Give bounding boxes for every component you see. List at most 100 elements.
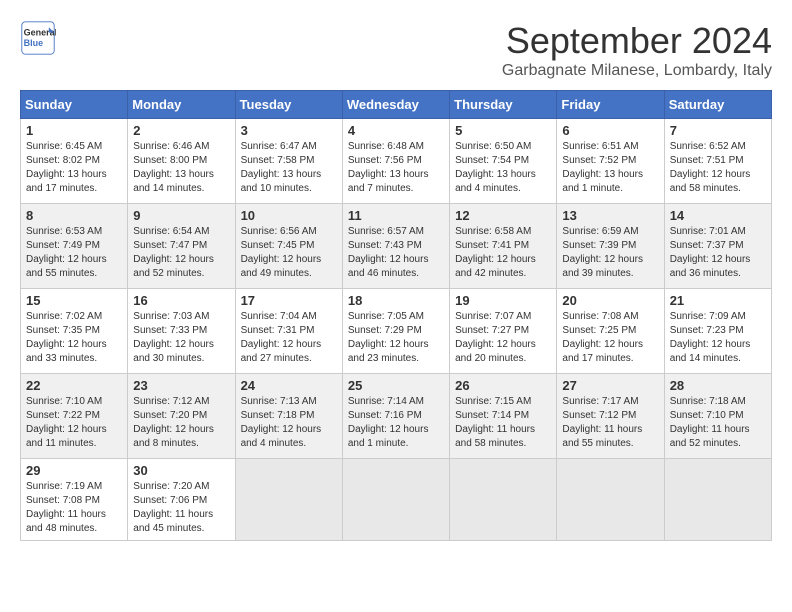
day-info: Sunrise: 6:47 AMSunset: 7:58 PMDaylight:… [241,140,337,196]
calendar-week-4: 22Sunrise: 7:10 AMSunset: 7:22 PMDayligh… [21,374,772,459]
day-info: Sunrise: 6:45 AMSunset: 8:02 PMDaylight:… [26,140,122,196]
day-number: 28 [670,378,766,393]
day-info: Sunrise: 7:09 AMSunset: 7:23 PMDaylight:… [670,310,766,366]
day-info: Sunrise: 6:54 AMSunset: 7:47 PMDaylight:… [133,225,229,281]
day-number: 1 [26,123,122,138]
day-number: 12 [455,208,551,223]
page-header: General Blue September 2024 Garbagnate M… [20,20,772,80]
day-info: Sunrise: 6:59 AMSunset: 7:39 PMDaylight:… [562,225,658,281]
table-row: 15Sunrise: 7:02 AMSunset: 7:35 PMDayligh… [21,289,128,374]
calendar-week-3: 15Sunrise: 7:02 AMSunset: 7:35 PMDayligh… [21,289,772,374]
location-subtitle: Garbagnate Milanese, Lombardy, Italy [502,62,772,80]
day-info: Sunrise: 7:17 AMSunset: 7:12 PMDaylight:… [562,395,658,451]
table-row: 27 Sunrise: 7:17 AMSunset: 7:12 PMDayligh… [557,374,664,459]
day-info: Sunrise: 6:46 AMSunset: 8:00 PMDaylight:… [133,140,229,196]
calendar-week-1: 1 Sunrise: 6:45 AMSunset: 8:02 PMDaylight… [21,119,772,204]
day-number: 26 [455,378,551,393]
day-number: 16 [133,293,229,308]
table-row: 7 Sunrise: 6:52 AMSunset: 7:51 PMDaylight… [664,119,771,204]
table-row: 5 Sunrise: 6:50 AMSunset: 7:54 PMDaylight… [450,119,557,204]
table-row: 12 Sunrise: 6:58 AMSunset: 7:41 PMDayligh… [450,204,557,289]
col-monday: Monday [128,91,235,119]
day-number: 24 [241,378,337,393]
table-row [664,459,771,541]
calendar-week-5: 29 Sunrise: 7:19 AMSunset: 7:08 PMDayligh… [21,459,772,541]
table-row: 28 Sunrise: 7:18 AMSunset: 7:10 PMDayligh… [664,374,771,459]
day-info: Sunrise: 7:13 AMSunset: 7:18 PMDaylight:… [241,395,337,451]
day-info: Sunrise: 7:01 AMSunset: 7:37 PMDaylight:… [670,225,766,281]
header-row: Sunday Monday Tuesday Wednesday Thursday… [21,91,772,119]
day-info: Sunrise: 7:10 AMSunset: 7:22 PMDaylight:… [26,395,122,451]
col-thursday: Thursday [450,91,557,119]
table-row: 30Sunrise: 7:20 AMSunset: 7:06 PMDayligh… [128,459,235,541]
calendar-week-2: 8Sunrise: 6:53 AMSunset: 7:49 PMDaylight… [21,204,772,289]
table-row: 24 Sunrise: 7:13 AMSunset: 7:18 PMDayligh… [235,374,342,459]
day-number: 9 [133,208,229,223]
table-row: 26 Sunrise: 7:15 AMSunset: 7:14 PMDayligh… [450,374,557,459]
table-row: 13 Sunrise: 6:59 AMSunset: 7:39 PMDayligh… [557,204,664,289]
day-info: Sunrise: 7:18 AMSunset: 7:10 PMDaylight:… [670,395,766,451]
day-number: 25 [348,378,444,393]
day-info: Sunrise: 6:57 AMSunset: 7:43 PMDaylight:… [348,225,444,281]
svg-text:Blue: Blue [24,38,44,48]
day-number: 10 [241,208,337,223]
day-info: Sunrise: 7:07 AMSunset: 7:27 PMDaylight:… [455,310,551,366]
table-row: 22Sunrise: 7:10 AMSunset: 7:22 PMDayligh… [21,374,128,459]
day-info: Sunrise: 6:56 AMSunset: 7:45 PMDaylight:… [241,225,337,281]
day-info: Sunrise: 7:19 AMSunset: 7:08 PMDaylight:… [26,480,122,536]
logo: General Blue [20,20,56,56]
table-row: 6 Sunrise: 6:51 AMSunset: 7:52 PMDaylight… [557,119,664,204]
col-sunday: Sunday [21,91,128,119]
table-row: 16 Sunrise: 7:03 AMSunset: 7:33 PMDayligh… [128,289,235,374]
table-row: 11 Sunrise: 6:57 AMSunset: 7:43 PMDayligh… [342,204,449,289]
logo-icon: General Blue [20,20,56,56]
day-info: Sunrise: 7:05 AMSunset: 7:29 PMDaylight:… [348,310,444,366]
table-row: 9 Sunrise: 6:54 AMSunset: 7:47 PMDaylight… [128,204,235,289]
table-row: 18 Sunrise: 7:05 AMSunset: 7:29 PMDayligh… [342,289,449,374]
day-info: Sunrise: 7:15 AMSunset: 7:14 PMDaylight:… [455,395,551,451]
table-row: 25 Sunrise: 7:14 AMSunset: 7:16 PMDayligh… [342,374,449,459]
day-number: 6 [562,123,658,138]
table-row: 17 Sunrise: 7:04 AMSunset: 7:31 PMDayligh… [235,289,342,374]
day-number: 14 [670,208,766,223]
table-row: 29 Sunrise: 7:19 AMSunset: 7:08 PMDayligh… [21,459,128,541]
day-number: 18 [348,293,444,308]
table-row: 19Sunrise: 7:07 AMSunset: 7:27 PMDayligh… [450,289,557,374]
day-number: 8 [26,208,122,223]
col-saturday: Saturday [664,91,771,119]
day-number: 27 [562,378,658,393]
table-row [235,459,342,541]
day-info: Sunrise: 6:50 AMSunset: 7:54 PMDaylight:… [455,140,551,196]
table-row: 3 Sunrise: 6:47 AMSunset: 7:58 PMDaylight… [235,119,342,204]
table-row [342,459,449,541]
table-row: 20 Sunrise: 7:08 AMSunset: 7:25 PMDayligh… [557,289,664,374]
day-number: 30 [133,463,229,478]
day-info: Sunrise: 7:08 AMSunset: 7:25 PMDaylight:… [562,310,658,366]
day-number: 3 [241,123,337,138]
col-friday: Friday [557,91,664,119]
col-tuesday: Tuesday [235,91,342,119]
day-info: Sunrise: 7:03 AMSunset: 7:33 PMDaylight:… [133,310,229,366]
day-number: 7 [670,123,766,138]
day-info: Sunrise: 6:52 AMSunset: 7:51 PMDaylight:… [670,140,766,196]
day-info: Sunrise: 6:51 AMSunset: 7:52 PMDaylight:… [562,140,658,196]
day-number: 2 [133,123,229,138]
day-number: 29 [26,463,122,478]
table-row: 8Sunrise: 6:53 AMSunset: 7:49 PMDaylight… [21,204,128,289]
day-number: 17 [241,293,337,308]
day-info: Sunrise: 6:58 AMSunset: 7:41 PMDaylight:… [455,225,551,281]
day-number: 11 [348,208,444,223]
table-row: 23Sunrise: 7:12 AMSunset: 7:20 PMDayligh… [128,374,235,459]
day-number: 13 [562,208,658,223]
day-number: 23 [133,378,229,393]
day-number: 5 [455,123,551,138]
day-info: Sunrise: 7:04 AMSunset: 7:31 PMDaylight:… [241,310,337,366]
day-number: 4 [348,123,444,138]
day-info: Sunrise: 7:02 AMSunset: 7:35 PMDaylight:… [26,310,122,366]
table-row [557,459,664,541]
month-title: September 2024 [502,20,772,62]
title-section: September 2024 Garbagnate Milanese, Lomb… [502,20,772,80]
table-row: 1 Sunrise: 6:45 AMSunset: 8:02 PMDaylight… [21,119,128,204]
day-number: 20 [562,293,658,308]
day-info: Sunrise: 7:14 AMSunset: 7:16 PMDaylight:… [348,395,444,451]
